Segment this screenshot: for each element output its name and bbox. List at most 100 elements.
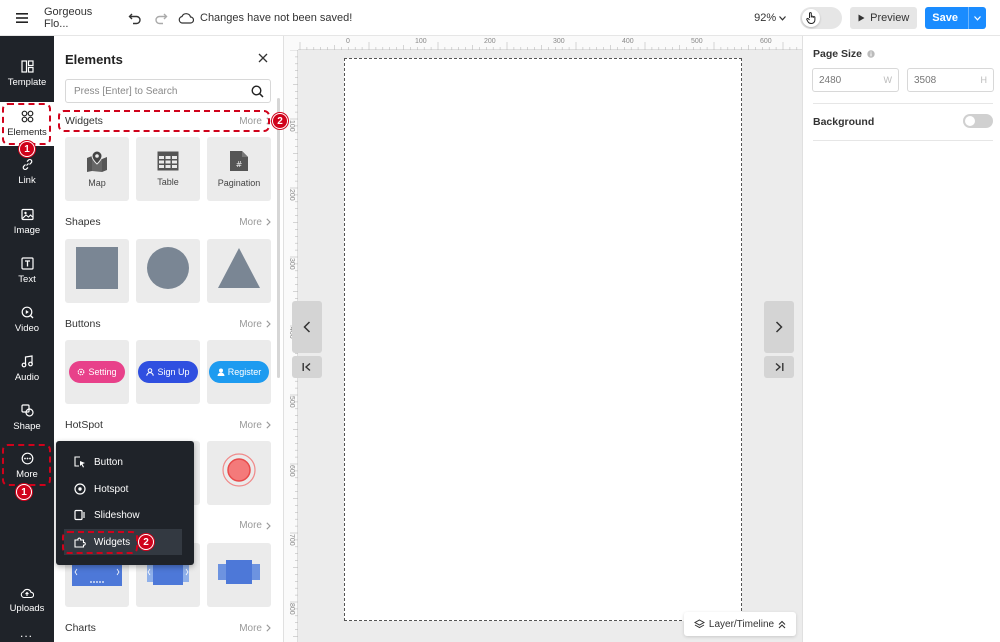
circle-shape: [147, 247, 189, 289]
page-width-input[interactable]: 2480 W: [812, 68, 899, 92]
sidebar-item-text[interactable]: Text: [0, 257, 54, 285]
button-tile-sign-up[interactable]: Sign Up: [136, 340, 200, 404]
section-title: Shapes: [65, 216, 101, 228]
ruler-label: 200: [484, 38, 496, 45]
more-label: More: [239, 520, 262, 531]
slideshow-tile-3[interactable]: [207, 543, 271, 607]
hotspot-tile-pulse[interactable]: [207, 441, 271, 505]
preview-button[interactable]: Preview: [850, 7, 918, 29]
close-icon[interactable]: [258, 53, 268, 63]
sidebar-overflow-icon[interactable]: ...: [20, 626, 33, 640]
ruler-label: 700: [288, 534, 295, 546]
search-box: [65, 79, 271, 103]
shapes-tiles: [65, 239, 278, 303]
sidebar-item-label: Link: [18, 175, 36, 186]
widget-tile-pagination[interactable]: # Pagination: [207, 137, 271, 201]
hamburger-menu-icon[interactable]: [16, 12, 28, 23]
panel-title: Elements: [65, 52, 123, 67]
layer-timeline-button[interactable]: Layer/Timeline: [684, 612, 796, 636]
zoom-value: 92%: [754, 12, 777, 24]
more-link[interactable]: More: [239, 623, 271, 634]
chevron-right-icon: [266, 320, 271, 328]
more-label: More: [239, 419, 262, 431]
page-height-input[interactable]: 3508 H: [907, 68, 994, 92]
sidebar-item-video[interactable]: Video: [0, 306, 54, 334]
sidebar-item-template[interactable]: Template: [0, 60, 54, 88]
ruler-corner: [284, 36, 298, 50]
interaction-mode-toggle[interactable]: [800, 7, 843, 29]
more-link[interactable]: More: [239, 420, 271, 431]
more-link[interactable]: More: [239, 217, 271, 228]
sidebar-item-shape[interactable]: Shape: [0, 404, 54, 432]
topbar-right-controls: 92% Preview Save: [754, 6, 986, 30]
button-tile-register[interactable]: Register: [207, 340, 271, 404]
last-page-icon: [775, 362, 784, 372]
zoom-dropdown[interactable]: 92%: [754, 12, 787, 24]
last-page-button[interactable]: [764, 356, 794, 378]
menu-item-button[interactable]: Button: [64, 449, 182, 475]
svg-text:#: #: [236, 160, 243, 169]
square-shape: [76, 247, 118, 289]
register-pill: Register: [208, 361, 270, 383]
shape-icon: [20, 404, 34, 417]
shape-tile-circle[interactable]: [136, 239, 200, 303]
buttons-tiles: Setting Sign Up Register: [65, 340, 278, 404]
sidebar-item-link[interactable]: Link: [0, 158, 54, 186]
first-page-button[interactable]: [292, 356, 322, 378]
cursor-click-icon: [74, 456, 85, 468]
next-page-button[interactable]: [764, 301, 794, 353]
properties-panel: Page Size 2480 W 3508 H Background: [802, 36, 1000, 642]
ruler-label: 0: [346, 38, 350, 45]
menu-item-label: Hotspot: [94, 483, 129, 495]
pill-label: Sign Up: [157, 367, 190, 377]
ruler-label: 500: [691, 38, 703, 45]
redo-icon[interactable]: [154, 11, 168, 25]
sidebar-item-uploads[interactable]: Uploads: [0, 587, 54, 614]
menu-item-hotspot[interactable]: Hotspot: [64, 476, 182, 502]
save-options-dropdown[interactable]: [968, 7, 986, 29]
ruler-label: 500: [288, 396, 295, 408]
chevron-right-icon: [266, 218, 271, 226]
search-input[interactable]: [66, 85, 251, 97]
sidebar-item-label: Image: [13, 225, 41, 236]
hand-pointer-icon: [802, 9, 821, 27]
sidebar-item-label: Text: [18, 274, 36, 285]
more-link[interactable]: More: [239, 319, 271, 330]
more-link[interactable]: More: [239, 520, 271, 531]
background-label: Background: [813, 116, 875, 128]
shape-tile-square[interactable]: [65, 239, 129, 303]
search-icon[interactable]: [251, 84, 264, 98]
menu-item-label: Button: [94, 456, 123, 468]
sidebar-item-audio[interactable]: Audio: [0, 355, 54, 383]
background-toggle[interactable]: [963, 114, 993, 128]
chevron-right-icon: [266, 624, 271, 632]
widgets-tiles: Map Table # Pagination: [65, 137, 278, 201]
target-icon: [74, 483, 86, 495]
table-icon: [157, 151, 179, 171]
section-title: Charts: [65, 622, 96, 634]
annotation-badge-1: 1: [19, 141, 35, 157]
info-icon[interactable]: [867, 50, 875, 58]
menu-item-slideshow[interactable]: Slideshow: [64, 502, 182, 528]
undo-icon[interactable]: [128, 11, 142, 25]
button-tile-setting[interactable]: Setting: [65, 340, 129, 404]
save-button[interactable]: Save: [925, 7, 986, 29]
sidebar-item-label: Video: [14, 323, 40, 334]
ruler-top-ticks: [299, 42, 798, 50]
sidebar-item-label: Template: [7, 77, 47, 88]
save-label: Save: [932, 12, 958, 24]
widget-tile-map[interactable]: Map: [65, 137, 129, 201]
page-size-heading: Page Size: [813, 48, 875, 60]
shape-tile-triangle[interactable]: [207, 239, 271, 303]
slideshow-carousel-preview: [218, 560, 260, 584]
document-title[interactable]: Gorgeous Flo...: [44, 6, 116, 30]
canvas-page[interactable]: [344, 58, 742, 621]
save-status: Changes have not been saved!: [178, 12, 352, 24]
page-width-value: 2480: [819, 74, 842, 86]
annotation-badge-2: 2: [272, 113, 288, 129]
widget-tile-table[interactable]: Table: [136, 137, 200, 201]
tile-label: Pagination: [217, 178, 261, 188]
sidebar-item-image[interactable]: Image: [0, 208, 54, 236]
prev-page-button[interactable]: [292, 301, 322, 353]
sign-up-pill: Sign Up: [138, 361, 198, 383]
